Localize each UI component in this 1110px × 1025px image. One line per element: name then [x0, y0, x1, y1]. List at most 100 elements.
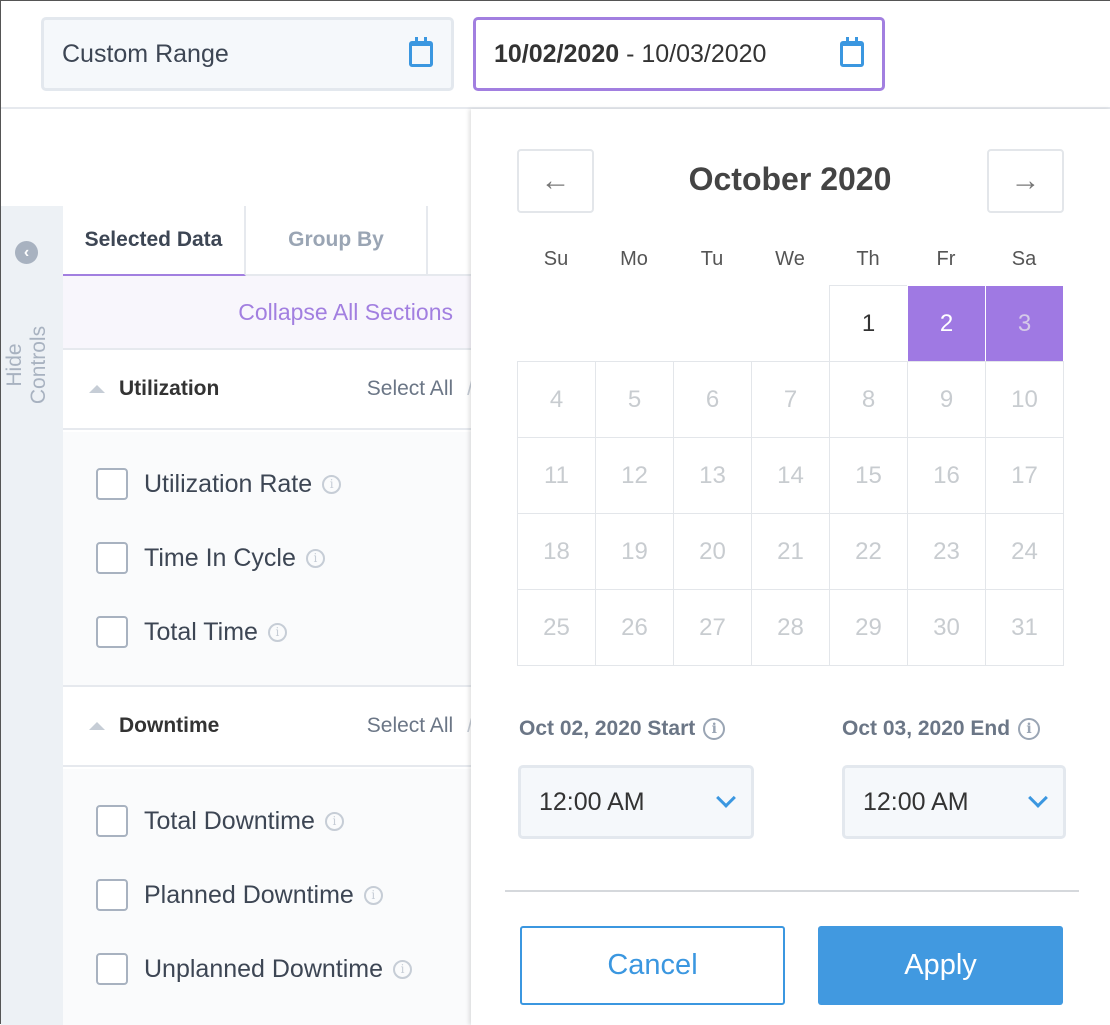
caret-up-icon: [89, 722, 105, 730]
day-18[interactable]: 18: [517, 513, 596, 590]
caret-up-icon: [89, 385, 105, 393]
select-all-button[interactable]: Select All: [367, 714, 453, 738]
day-3[interactable]: 3: [985, 285, 1064, 362]
day-26[interactable]: 26: [595, 589, 674, 666]
item-label: Total Downtime: [144, 806, 315, 835]
apply-button[interactable]: Apply: [818, 926, 1063, 1005]
tab-selected-data[interactable]: Selected Data: [63, 206, 246, 276]
day-28[interactable]: 28: [751, 589, 830, 666]
info-icon[interactable]: i: [324, 811, 344, 831]
start-time-label: Oct 02, 2020 Start i: [519, 717, 726, 741]
info-icon[interactable]: i: [267, 622, 287, 642]
day-20[interactable]: 20: [673, 513, 752, 590]
checkbox[interactable]: [96, 616, 128, 648]
prev-month-button[interactable]: ←: [517, 149, 594, 213]
day-27[interactable]: 27: [673, 589, 752, 666]
weekday-fr: Fr: [936, 248, 956, 270]
day-22[interactable]: 22: [829, 513, 908, 590]
weekday-su: Su: [543, 248, 569, 270]
weekday-mo: Mo: [620, 248, 648, 270]
checkbox[interactable]: [96, 953, 128, 985]
checkbox[interactable]: [96, 879, 128, 911]
day-25[interactable]: 25: [517, 589, 596, 666]
date-end: 10/03/2020: [641, 39, 767, 68]
calendar-icon: [840, 37, 864, 67]
day-17[interactable]: 17: [985, 437, 1064, 514]
select-all-button[interactable]: Select All: [367, 377, 453, 401]
checkbox-time-in-cycle[interactable]: Time In Cycle i: [96, 542, 325, 574]
weekday-tu: Tu: [700, 248, 724, 270]
section-title: Downtime: [119, 714, 220, 737]
item-label: Unplanned Downtime: [144, 954, 384, 983]
next-month-button[interactable]: →: [987, 149, 1064, 213]
item-label: Planned Downtime: [144, 880, 354, 909]
checkbox[interactable]: [96, 468, 128, 500]
chevron-left-icon[interactable]: ‹: [15, 241, 38, 264]
chevron-down-icon: [716, 788, 736, 808]
date-range-input[interactable]: 10/02/2020 - 10/03/2020: [473, 17, 885, 91]
day-16[interactable]: 16: [907, 437, 986, 514]
day-11[interactable]: 11: [517, 437, 596, 514]
checkbox[interactable]: [96, 805, 128, 837]
end-time-label: Oct 03, 2020 End i: [842, 717, 1041, 741]
cancel-button[interactable]: Cancel: [520, 926, 785, 1005]
month-title: October 2020: [688, 161, 892, 197]
day-13[interactable]: 13: [673, 437, 752, 514]
day-29[interactable]: 29: [829, 589, 908, 666]
info-icon[interactable]: i: [305, 548, 325, 568]
item-label: Time In Cycle: [144, 543, 296, 572]
info-icon[interactable]: i: [363, 885, 383, 905]
day-14[interactable]: 14: [751, 437, 830, 514]
checkbox-total-downtime[interactable]: Total Downtime i: [96, 805, 344, 837]
item-label: Total Time: [144, 617, 258, 646]
section-header-downtime[interactable]: Downtime Select All /: [63, 687, 473, 767]
weekday-th: Th: [856, 248, 880, 270]
info-icon[interactable]: i: [1018, 718, 1041, 740]
day-19[interactable]: 19: [595, 513, 674, 590]
checkbox-unplanned-downtime[interactable]: Unplanned Downtime i: [96, 953, 413, 985]
end-time-select[interactable]: 12:00 AM: [842, 765, 1066, 839]
day-4[interactable]: 4: [517, 361, 596, 438]
tab-group-by[interactable]: Group By: [246, 206, 428, 276]
day-5[interactable]: 5: [595, 361, 674, 438]
day-10[interactable]: 10: [985, 361, 1064, 438]
end-time-value: 12:00 AM: [863, 787, 969, 816]
day-2[interactable]: 2: [907, 285, 986, 362]
day-15[interactable]: 15: [829, 437, 908, 514]
info-icon[interactable]: i: [703, 718, 726, 740]
checkbox-total-time[interactable]: Total Time i: [96, 616, 287, 648]
info-icon[interactable]: i: [393, 959, 413, 979]
day-24[interactable]: 24: [985, 513, 1064, 590]
day-8[interactable]: 8: [829, 361, 908, 438]
section-title: Utilization: [119, 377, 220, 400]
date-sep: -: [619, 39, 642, 68]
day-31[interactable]: 31: [985, 589, 1064, 666]
day-9[interactable]: 9: [907, 361, 986, 438]
day-12[interactable]: 12: [595, 437, 674, 514]
checkbox[interactable]: [96, 542, 128, 574]
info-icon[interactable]: i: [322, 474, 342, 494]
day-30[interactable]: 30: [907, 589, 986, 666]
day-1[interactable]: 1: [829, 285, 908, 362]
calendar-icon: [409, 37, 433, 67]
item-label: Utilization Rate: [144, 469, 313, 498]
divider: [505, 890, 1079, 892]
start-time-select[interactable]: 12:00 AM: [518, 765, 754, 839]
collapse-all-button[interactable]: Collapse All Sections: [63, 276, 473, 350]
section-header-utilization[interactable]: Utilization Select All /: [63, 350, 473, 430]
hide-controls-toggle[interactable]: Hide Controls: [3, 305, 51, 425]
arrow-left-icon: ←: [540, 164, 571, 197]
range-type-select[interactable]: Custom Range: [41, 17, 454, 91]
checkbox-planned-downtime[interactable]: Planned Downtime i: [96, 879, 383, 911]
tab-more[interactable]: [428, 206, 473, 276]
date-range-value: 10/02/2020 - 10/03/2020: [494, 40, 766, 69]
start-time-value: 12:00 AM: [539, 787, 645, 816]
weekday-we: We: [775, 248, 805, 270]
day-23[interactable]: 23: [907, 513, 986, 590]
arrow-right-icon: →: [1010, 164, 1041, 197]
day-21[interactable]: 21: [751, 513, 830, 590]
checkbox-utilization-rate[interactable]: Utilization Rate i: [96, 468, 342, 500]
day-6[interactable]: 6: [673, 361, 752, 438]
day-7[interactable]: 7: [751, 361, 830, 438]
range-type-value: Custom Range: [62, 39, 229, 68]
